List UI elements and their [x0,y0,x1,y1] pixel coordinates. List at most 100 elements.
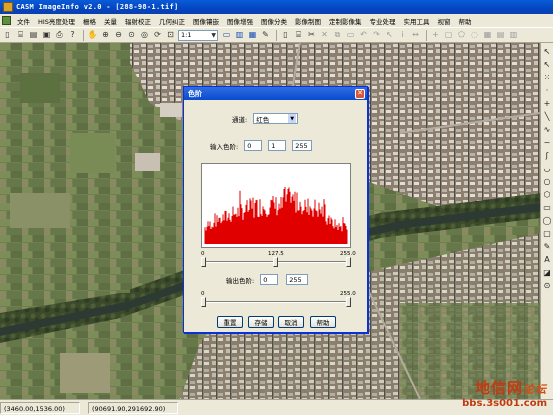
new-file-icon[interactable]: ▯ [2,30,13,41]
toolbar-separator [276,29,277,41]
text-icon[interactable]: A [542,253,552,266]
menu-raster[interactable]: 栅格 [79,16,100,26]
fill-icon[interactable]: ◪ [542,266,552,279]
new-doc-icon[interactable]: ▯ [280,30,291,41]
point-icon[interactable]: · [542,84,552,97]
cancel-button[interactable]: 取消 [278,316,304,328]
output-levels-row: 输出色阶: 0 255 [226,274,309,285]
menu-mosaic[interactable]: 图像镶嵌 [189,16,223,26]
watermark-title: 地信网 [474,379,523,397]
select-icon[interactable]: ↖ [384,30,395,41]
input-white-field[interactable]: 255 [292,140,313,151]
zoom-full-icon[interactable]: ◎ [139,30,150,41]
menu-special[interactable]: 专业处理 [365,16,399,26]
delete-icon[interactable]: ✕ [319,30,330,41]
freehand-icon[interactable]: ʃ [542,149,552,162]
help-pointer-icon[interactable]: ? [67,30,78,41]
chevron-down-icon: ▼ [288,114,297,123]
help-button[interactable]: 帮助 [310,316,336,328]
ellipse-icon[interactable]: ○ [542,175,552,188]
node-select-icon[interactable]: ↖ [542,58,552,71]
menu-tools[interactable]: 实用工具 [399,16,433,26]
menu-help[interactable]: 帮助 [454,16,475,26]
polygon-shape-icon[interactable]: ⬡ [542,188,552,201]
channel-select[interactable]: 红色 ▼ [253,113,299,124]
save-button[interactable]: 存储 [248,316,274,328]
arrow-select-icon[interactable]: ↖ [542,45,552,58]
filled-rect-icon[interactable]: ▢ [542,227,552,240]
menu-classify[interactable]: 图像分类 [257,16,291,26]
output-black-handle[interactable] [201,297,206,307]
curve-icon[interactable]: ~ [542,136,552,149]
info-icon[interactable]: i [397,30,408,41]
rectangle-icon[interactable]: ▭ [542,201,552,214]
close-icon[interactable]: ✕ [355,88,365,99]
input-white-handle[interactable] [346,257,351,267]
copy-icon[interactable]: ⧉ [332,30,343,41]
undo-icon[interactable]: ↶ [358,30,369,41]
input-levels-row: 输入色阶: 0 1 255 [210,140,313,151]
main-toolbar: ▯ ⌸ ▤ ▣ ⎙ ? ✋ ⊕ ⊖ ⊙ ◎ ⟳ ⊡ 1:1 ▼ ▭ ▥ ▦ ✎ … [0,28,553,43]
zoom-in-icon[interactable]: ⊕ [100,30,111,41]
arc-icon[interactable]: ◡ [542,162,552,175]
pencil-icon[interactable]: ✎ [260,30,271,41]
input-levels-label: 输入色阶: [210,142,239,151]
input-black-field[interactable]: 0 [244,140,263,151]
open-folder-icon[interactable]: ⌸ [15,30,26,41]
output-levels-slider[interactable] [201,297,351,309]
open-doc-icon[interactable]: ⌸ [293,30,304,41]
title-bar: CASM ImageInfo v2.0 - [288-98-1.tif] [0,0,553,14]
channel-label: 通道: [232,115,248,124]
menu-window[interactable]: 视窗 [433,16,454,26]
crosshair-icon[interactable]: + [430,30,441,41]
menu-geometric[interactable]: 几何纠正 [155,16,189,26]
window-cascade-icon[interactable]: ▥ [234,30,245,41]
layers-icon[interactable]: ▦ [247,30,258,41]
fit-window-icon[interactable]: ⊡ [165,30,176,41]
lasso-icon[interactable]: ◌ [469,30,480,41]
line-icon[interactable]: ╲ [542,110,552,123]
grid-dots-icon[interactable]: ⁙ [542,71,552,84]
zoom-level-select[interactable]: 1:1 ▼ [178,29,218,41]
input-gamma-handle[interactable] [273,257,278,267]
measure-icon[interactable]: ↔ [410,30,421,41]
document-icon[interactable] [2,16,11,25]
redo-icon[interactable]: ↷ [371,30,382,41]
output-black-field[interactable]: 0 [260,274,279,285]
plus-icon[interactable]: + [542,97,552,110]
zoom-window-icon[interactable]: ⊙ [126,30,137,41]
symbol-icon[interactable]: ⊙ [542,279,552,292]
pan-hand-icon[interactable]: ✋ [87,30,98,41]
menu-file[interactable]: 文件 [13,16,34,26]
rect-select-icon[interactable]: ▢ [443,30,454,41]
input-gamma-field[interactable]: 1 [268,140,287,151]
paste-icon[interactable]: ▭ [345,30,356,41]
refresh-icon[interactable]: ⟳ [152,30,163,41]
edit-icon[interactable]: ✎ [542,240,552,253]
attribute-icon[interactable]: ▥ [508,30,519,41]
cut-icon[interactable]: ✂ [306,30,317,41]
menu-vector[interactable]: 关量 [100,16,121,26]
output-white-handle[interactable] [346,297,351,307]
window-tile-icon[interactable]: ▭ [221,30,232,41]
print-icon[interactable]: ⎙ [54,30,65,41]
menu-his[interactable]: HIS亮度处理 [34,16,79,26]
menu-radiometric[interactable]: 辐射校正 [121,16,155,26]
grid-icon[interactable]: ▦ [482,30,493,41]
table-icon[interactable]: ▤ [495,30,506,41]
polyline-icon[interactable]: ∿ [542,123,552,136]
input-black-handle[interactable] [201,257,206,267]
polygon-icon[interactable]: ⬠ [456,30,467,41]
menu-mapping[interactable]: 影像制图 [291,16,325,26]
menu-enhance[interactable]: 图像增强 [223,16,257,26]
zoom-out-icon[interactable]: ⊖ [113,30,124,41]
output-white-field[interactable]: 255 [286,274,309,285]
output-tick-min: 0 [201,291,205,297]
input-levels-slider[interactable] [201,257,351,269]
menu-custom-set[interactable]: 定制影像集 [325,16,366,26]
reset-button[interactable]: 重置 [217,316,243,328]
pixel-coordinates: (3460.00,1536.00) [0,401,80,414]
open-image-icon[interactable]: ▤ [28,30,39,41]
save-icon[interactable]: ▣ [41,30,52,41]
circle-icon[interactable]: ◯ [542,214,552,227]
